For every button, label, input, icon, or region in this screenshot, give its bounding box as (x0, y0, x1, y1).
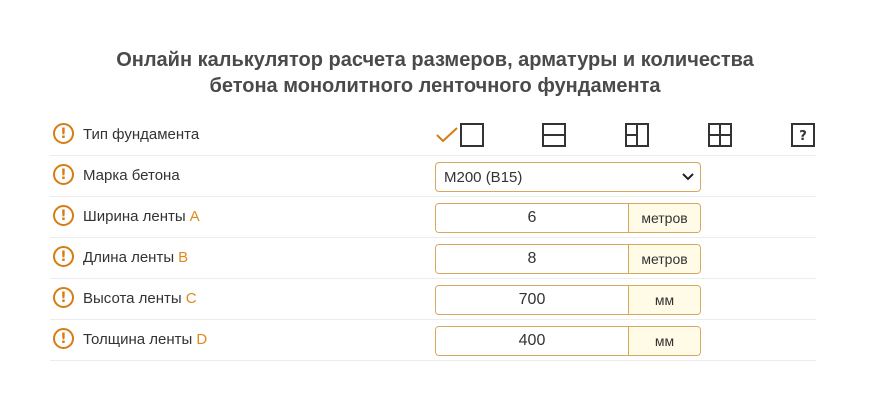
type-option-four-cell[interactable] (708, 123, 732, 147)
thickness-letter: D (196, 331, 208, 348)
help-icon[interactable]: ! (53, 205, 74, 226)
height-input[interactable] (436, 286, 628, 314)
length-unit: метров (628, 245, 700, 273)
type-option-custom[interactable]: ? (791, 123, 815, 147)
width-letter: A (189, 208, 200, 225)
help-icon[interactable]: ! (53, 287, 74, 308)
row-height: ! Высота лентыC мм (50, 279, 816, 320)
row-length: ! Длина лентыB метров (50, 238, 816, 279)
question-glyph: ? (799, 129, 807, 144)
height-letter: C (185, 290, 197, 307)
title-line-2: бетона монолитного ленточного фундамента (209, 75, 661, 97)
calculator-form: ! Тип фундамента ? ! Марка бетона М200 (… (50, 115, 816, 361)
width-unit: метров (628, 204, 700, 232)
length-label-text: Длина ленты (83, 249, 175, 266)
length-letter: B (178, 249, 189, 266)
row-width: ! Ширина лентыA метров (50, 197, 816, 238)
row-foundation-type: ! Тип фундамента ? (50, 115, 816, 156)
cross-half-icon (625, 123, 649, 147)
concrete-grade-label: Марка бетона (83, 167, 180, 184)
chevron-down-icon (682, 173, 694, 181)
width-label-text: Ширина ленты (83, 208, 186, 225)
width-field: метров (435, 203, 701, 233)
help-icon[interactable]: ! (53, 246, 74, 267)
help-icon[interactable]: ! (53, 328, 74, 349)
four-cell-grid-icon (708, 123, 732, 147)
checkmark-icon (436, 127, 458, 143)
type-option-horizontal-split[interactable] (542, 123, 566, 147)
width-label: Ширина ленты A (83, 208, 200, 225)
thickness-label-text: Толщина ленты (83, 331, 193, 348)
horizontal-split-icon (542, 123, 566, 147)
help-icon[interactable]: ! (53, 164, 74, 185)
type-option-single-box[interactable] (460, 123, 484, 147)
width-input[interactable] (436, 204, 628, 232)
length-field: метров (435, 244, 701, 274)
length-input[interactable] (436, 245, 628, 273)
type-option-cross-half[interactable] (625, 123, 649, 147)
page-title: Онлайн калькулятор расчета размеров, арм… (0, 47, 870, 99)
length-label: Длина ленты B (83, 249, 188, 266)
row-thickness: ! Толщина лентыD мм (50, 320, 816, 361)
concrete-grade-select[interactable]: М200 (B15) (435, 162, 701, 192)
thickness-label: Толщина ленты D (83, 331, 207, 348)
title-line-1: Онлайн калькулятор расчета размеров, арм… (116, 49, 754, 71)
height-unit: мм (628, 286, 700, 314)
concrete-grade-value: М200 (B15) (444, 168, 523, 186)
height-label-text: Высота ленты (83, 290, 182, 307)
thickness-unit: мм (628, 327, 700, 355)
thickness-input[interactable] (436, 327, 628, 355)
foundation-type-options: ? (50, 115, 816, 155)
thickness-field: мм (435, 326, 701, 356)
single-box-icon (460, 123, 484, 147)
row-concrete-grade: ! Марка бетона М200 (B15) (50, 156, 816, 197)
height-field: мм (435, 285, 701, 315)
question-box-icon: ? (791, 123, 815, 147)
height-label: Высота ленты C (83, 290, 197, 307)
